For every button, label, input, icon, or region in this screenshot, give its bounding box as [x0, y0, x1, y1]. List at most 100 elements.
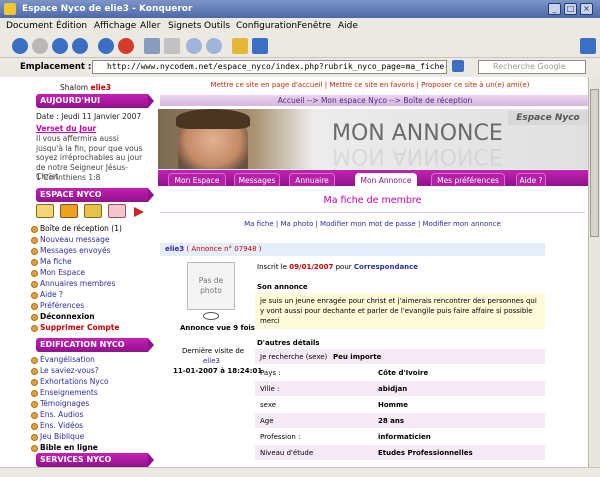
menu-edition[interactable]: Édition [56, 18, 87, 34]
nav-bible-en-ligne[interactable]: Bible en ligne [31, 443, 98, 452]
print-icon[interactable] [144, 38, 160, 54]
sidebar-espace-heading: ESPACE NYCO [36, 188, 154, 202]
web-content: Shalom elie3 AUJOURD'HUI Date : Jeudi 11… [0, 77, 588, 467]
son-annonce-heading: Son annonce [257, 283, 308, 291]
menu-document[interactable]: Document [6, 18, 53, 34]
nav-aide[interactable]: Aide ? [31, 290, 63, 299]
security-lock-icon[interactable] [232, 38, 248, 54]
go-icon[interactable] [452, 60, 464, 72]
notepad-icon[interactable] [60, 204, 78, 218]
menu-affichage[interactable]: Affichage [94, 18, 136, 34]
menu-aller[interactable]: Aller [140, 18, 160, 34]
title-bar: Espace Nyco de elie3 - Konqueror _ □ × [0, 0, 600, 18]
nav-mon-espace[interactable]: Mon Espace [31, 268, 85, 277]
detail-row: Niveau d'étude Etudes Professionnelles [255, 445, 545, 461]
annonce-user[interactable]: elie3 [165, 245, 184, 253]
vertical-scrollbar[interactable] [588, 77, 600, 467]
photo-placeholder: Pas de photo [187, 262, 235, 310]
nav-nouveau-message[interactable]: Nouveau message [30, 235, 109, 244]
menu-fenetre[interactable]: Fenêtre [297, 18, 331, 34]
page-title: Ma fiche de membre [323, 195, 422, 206]
autres-details-heading: D'autres détails [257, 339, 320, 347]
menu-bar: Document Édition Affichage Aller Signets… [0, 18, 600, 34]
url-input[interactable]: http://www.nycodem.net/espace_nyco/index… [92, 60, 447, 74]
top-links[interactable]: Mettre ce site en page d'accueil | Mettr… [160, 81, 580, 89]
profile-links[interactable]: Ma fiche | Ma photo | Modifier mon mot d… [160, 220, 585, 228]
maximize-button[interactable]: □ [564, 3, 577, 15]
espace-icons [36, 204, 152, 222]
tab-bar: Mon Espace Messages Annuaire Mon Annonce… [158, 170, 588, 186]
stop-icon[interactable] [118, 38, 134, 54]
zoom-out-icon[interactable] [206, 38, 222, 54]
forward-icon[interactable] [32, 38, 48, 54]
users-icon[interactable] [84, 204, 102, 218]
nav-ens-audios[interactable]: Ens. Audios [30, 410, 83, 419]
menu-aide[interactable]: Aide [338, 18, 358, 34]
minimize-button[interactable]: _ [548, 3, 561, 15]
location-bar: Emplacement : http://www.nycodem.net/esp… [0, 58, 600, 76]
detail-row: Profession : informaticien [255, 429, 545, 445]
eye-icon [203, 312, 219, 320]
back-icon[interactable] [12, 38, 28, 54]
nav-boite-reception[interactable]: Boîte de réception (1) [31, 224, 122, 233]
detail-row: Je recherche (sexe) Peu importe [255, 349, 545, 365]
home-icon[interactable] [98, 38, 114, 54]
detail-row: Age 28 ans [255, 413, 545, 429]
print-preview-icon[interactable] [164, 38, 180, 54]
tab-annuaire[interactable]: Annuaire [289, 173, 335, 186]
verset-heading[interactable]: Verset du Jour [36, 124, 96, 133]
menu-signets[interactable]: Signets [168, 18, 201, 34]
nav-preferences[interactable]: Préférences [30, 301, 84, 310]
window-title: Espace Nyco de elie3 - Konqueror [22, 4, 193, 14]
nav-jeu-biblique[interactable]: Jeu Biblique [30, 432, 84, 441]
nav-le-saviez-vous[interactable]: Le saviez-vous? [31, 366, 99, 375]
banner: MON ANNONCE MON ANNONCE Espace Nyco [158, 109, 588, 169]
up-icon[interactable] [52, 38, 68, 54]
annonce-number: ( Annonce n° 07948 ) [186, 245, 262, 253]
nav-temoignages[interactable]: Témoignages [30, 399, 89, 408]
nav-evangelisation[interactable]: Évangélisation [31, 355, 95, 364]
greeting: Shalom elie3 [60, 83, 112, 92]
download-icon[interactable] [252, 38, 268, 54]
banner-brand: Espace Nyco [508, 111, 588, 125]
nav-supprimer-compte[interactable]: Supprimer Compte [30, 323, 119, 332]
kde-icon[interactable] [580, 38, 596, 54]
browser-window: Espace Nyco de elie3 - Konqueror _ □ × D… [0, 0, 600, 477]
banner-title-reflection: MON ANNONCE [332, 143, 503, 168]
breadcrumb: Accueil --> Mon espace Nyco --> Boîte de… [160, 95, 588, 106]
close-button[interactable]: × [580, 3, 593, 15]
envelope-icon[interactable] [36, 204, 54, 218]
menu-outils[interactable]: Outils [204, 18, 230, 34]
sidebar-services-heading: SERVICES NYCO [36, 453, 154, 467]
nav-messages-envoyes[interactable]: Messages envoyés [31, 246, 111, 255]
tab-mon-annonce[interactable]: Mon Annonce [355, 173, 417, 186]
konqueror-icon [4, 3, 16, 15]
detail-row: sexe Homme [255, 397, 545, 413]
last-visit-label: Dernière visite de [182, 347, 245, 355]
nav-ma-fiche[interactable]: Ma fiche [31, 257, 72, 266]
nav-exhortations[interactable]: Exhortations Nyco [31, 377, 109, 386]
folder-icon[interactable] [108, 204, 126, 218]
nav-deconnexion[interactable]: Déconnexion [31, 312, 95, 321]
tab-mon-espace[interactable]: Mon Espace [168, 173, 226, 186]
annonce-text: je suis un jeune enragée pour christ et … [255, 293, 545, 329]
banner-photo-hair [176, 109, 250, 129]
nav-ens-videos[interactable]: Ens. Vidéos [30, 421, 83, 430]
sidebar-edification-heading: EDIFICATION NYCO [36, 338, 154, 352]
search-input[interactable]: Recherche Google [478, 60, 586, 74]
annonce-header: elie3 ( Annonce n° 07948 ) [160, 243, 545, 256]
next-icon[interactable] [72, 38, 88, 54]
divider [160, 212, 585, 213]
tab-messages[interactable]: Messages [234, 173, 280, 186]
nav-annuaires[interactable]: Annuaires membres [30, 279, 115, 288]
menu-configuration[interactable]: Configuration [236, 18, 297, 34]
detail-row: Ville : abidjan [255, 381, 545, 397]
nav-enseignements[interactable]: Enseignements [31, 388, 98, 397]
sidebar-date: Date : Jeudi 11 Janvier 2007 [36, 112, 142, 121]
last-visit-user[interactable]: elie3 [203, 357, 220, 365]
zoom-in-icon[interactable] [186, 38, 202, 54]
tab-aide[interactable]: Aide ? [516, 173, 546, 186]
scrollbar-thumb[interactable] [590, 89, 599, 237]
tab-mes-preferences[interactable]: Mes préférences [431, 173, 505, 186]
toolbar [0, 34, 600, 58]
